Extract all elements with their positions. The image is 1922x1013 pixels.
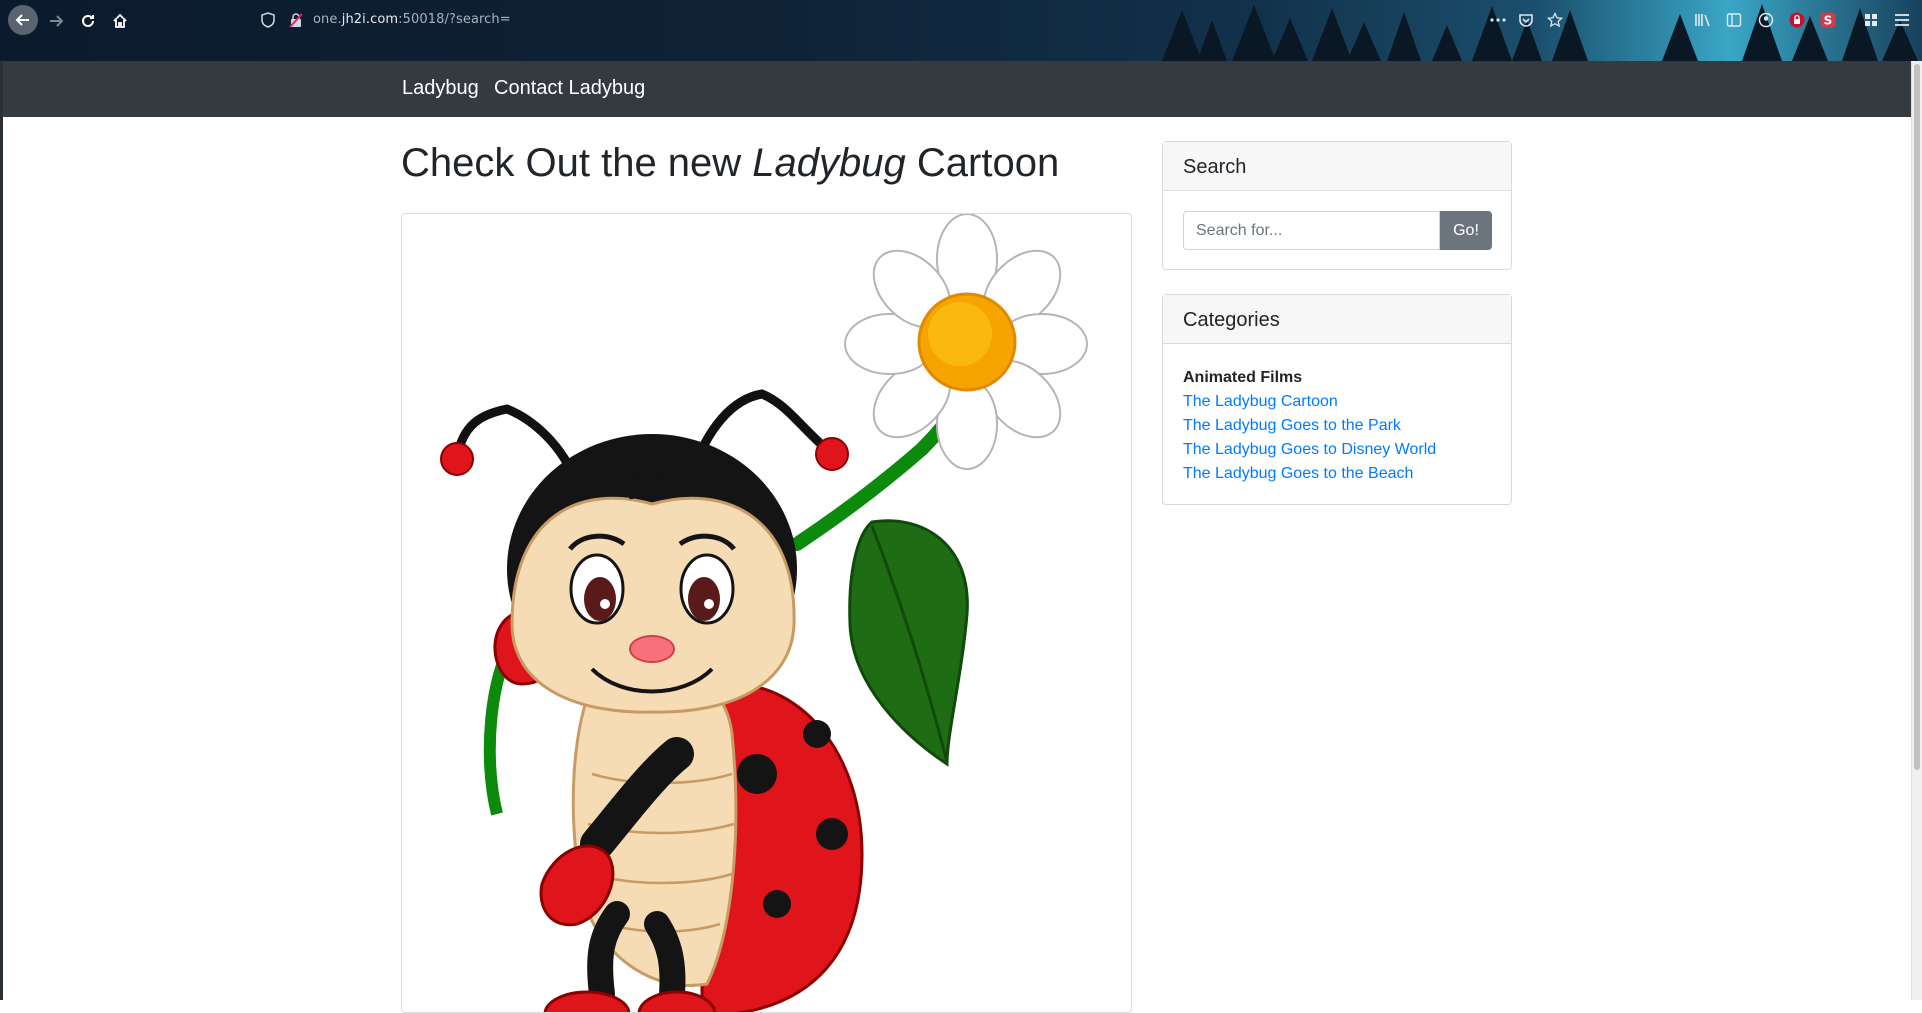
account-icon[interactable] xyxy=(1755,9,1777,31)
title-after: Cartoon xyxy=(905,141,1060,185)
tracking-shield-icon[interactable] xyxy=(257,9,279,31)
svg-text:S: S xyxy=(1824,14,1833,28)
search-widget-header: Search xyxy=(1163,142,1511,191)
search-widget: Search Go! xyxy=(1162,141,1512,270)
search-input[interactable] xyxy=(1183,211,1440,250)
category-link[interactable]: The Ladybug Goes to Disney World xyxy=(1183,438,1491,462)
extension-s-icon[interactable]: S xyxy=(1817,9,1839,31)
categories-list: Animated Films The Ladybug Cartoon The L… xyxy=(1163,344,1511,508)
home-button[interactable] xyxy=(107,8,133,34)
title-before: Check Out the new xyxy=(401,141,753,185)
pocket-icon[interactable] xyxy=(1515,9,1537,31)
category-link[interactable]: The Ladybug Goes to the Beach xyxy=(1183,462,1491,486)
arrow-left-icon xyxy=(15,14,29,26)
category-link[interactable]: The Ladybug Cartoon xyxy=(1183,390,1491,414)
search-go-button[interactable]: Go! xyxy=(1440,211,1492,250)
browser-toolbar: one.jh2i.com:50018/?search= S xyxy=(0,0,1922,61)
hero-image-card xyxy=(401,213,1132,1013)
bookmark-star-icon[interactable] xyxy=(1544,9,1566,31)
insecure-lock-icon[interactable] xyxy=(285,9,307,31)
ladybug-cartoon-image xyxy=(440,214,1088,1012)
reload-button[interactable] xyxy=(75,8,101,34)
library-icon[interactable] xyxy=(1692,9,1714,31)
scrollbar-thumb[interactable] xyxy=(1914,64,1920,770)
extension-red-lock-icon[interactable] xyxy=(1786,9,1808,31)
page-actions-icon[interactable] xyxy=(1487,9,1509,31)
address-bar[interactable]: one.jh2i.com:50018/?search= xyxy=(313,12,511,27)
category-link[interactable]: The Ladybug Goes to the Park xyxy=(1183,414,1491,438)
extensions-grid-icon[interactable] xyxy=(1860,9,1882,31)
forward-button[interactable] xyxy=(43,8,69,34)
url-host: jh2i.com xyxy=(341,12,399,27)
page-title: Check Out the new Ladybug Cartoon xyxy=(401,141,1059,186)
reload-icon xyxy=(82,14,94,27)
navbar-brand-link[interactable]: Ladybug xyxy=(402,77,479,100)
nav-link-contact[interactable]: Contact Ladybug xyxy=(494,77,645,100)
categories-widget: Categories Animated Films The Ladybug Ca… xyxy=(1162,294,1512,505)
sidebar-icon[interactable] xyxy=(1723,9,1745,31)
arrow-right-icon xyxy=(50,15,64,27)
url-prefix: one. xyxy=(313,12,342,27)
back-button[interactable] xyxy=(8,5,38,35)
title-emphasis: Ladybug xyxy=(752,141,906,185)
hamburger-menu-icon[interactable] xyxy=(1891,9,1913,31)
category-group-heading: Animated Films xyxy=(1183,369,1303,386)
window-edge xyxy=(0,61,3,1000)
categories-widget-header: Categories xyxy=(1163,295,1511,344)
home-icon xyxy=(113,13,127,28)
url-suffix: :50018/?search= xyxy=(398,12,511,27)
site-navbar: Ladybug Contact Ladybug xyxy=(3,61,1911,117)
